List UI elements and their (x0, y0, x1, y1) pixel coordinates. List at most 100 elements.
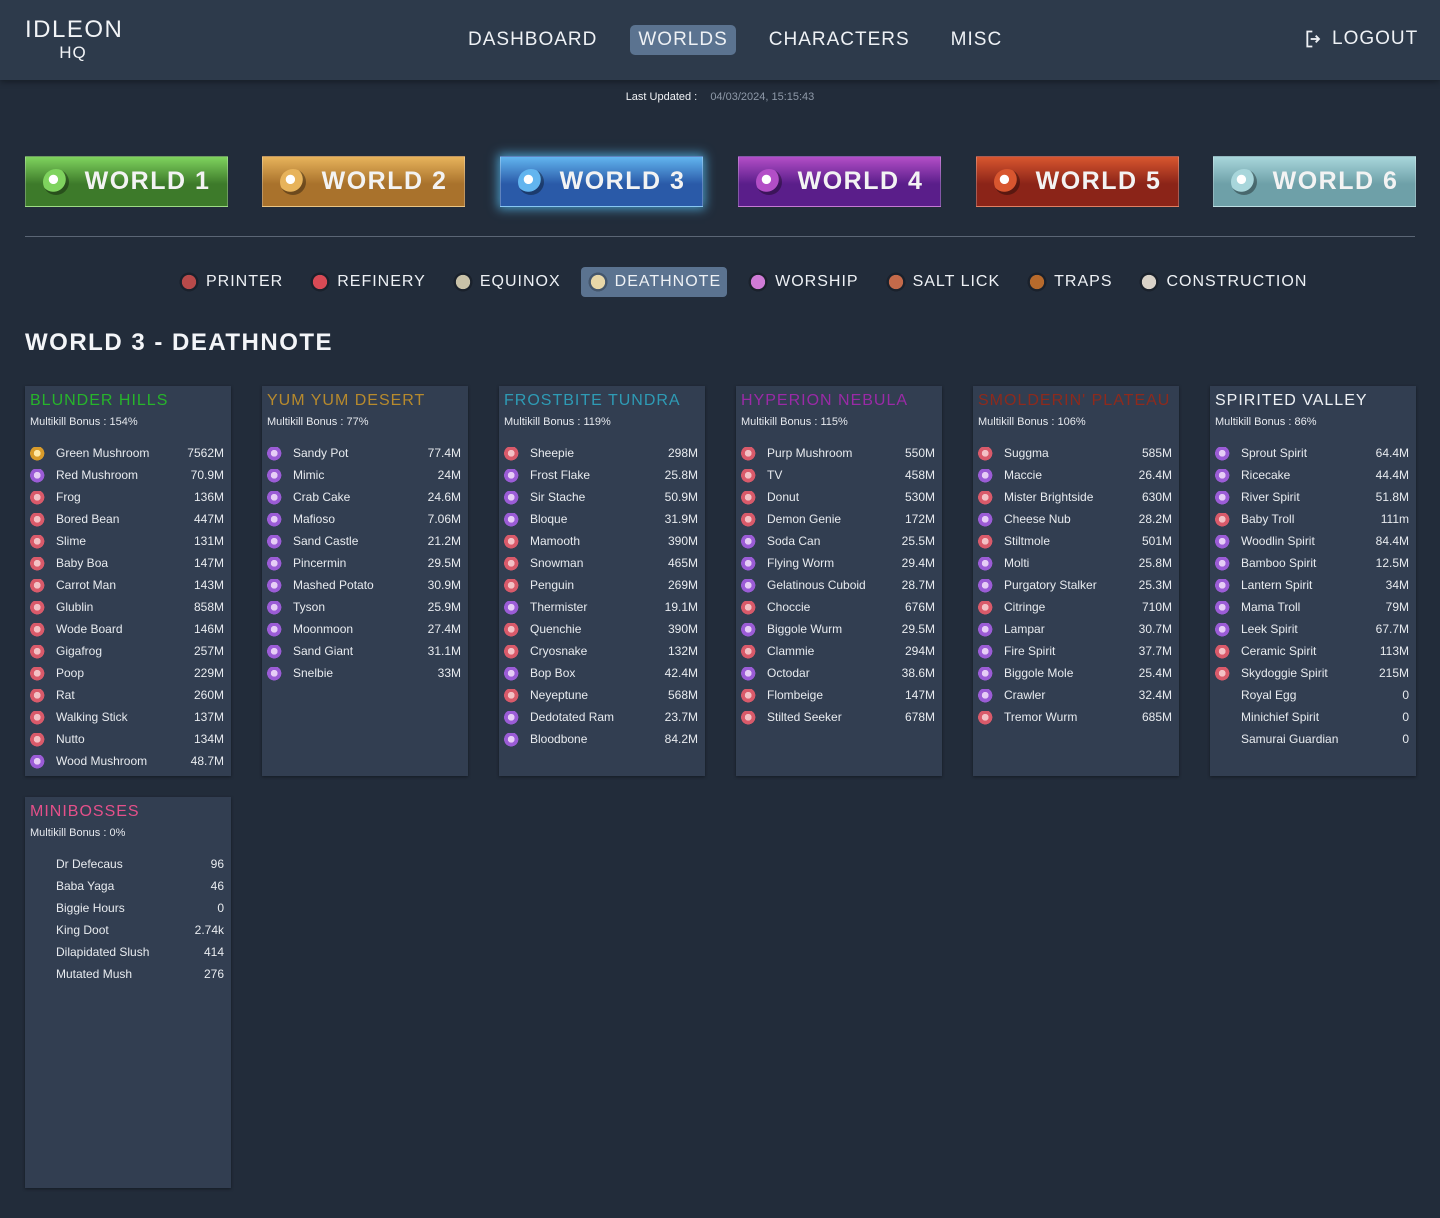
monster-row: Sheepie 298M (504, 443, 698, 465)
world-3-button[interactable]: WORLD 3 (500, 156, 703, 207)
kill-count: 23.7M (664, 710, 698, 724)
monster-row: Gigafrog 257M (30, 641, 224, 663)
kill-count: 25.3M (1138, 578, 1172, 592)
kill-count: 27.4M (427, 622, 461, 636)
worship-icon (747, 271, 770, 293)
monster-name: Baby Troll (1241, 512, 1295, 526)
monster-row: Bloque 31.9M (504, 509, 698, 531)
world-4-label: WORLD 4 (797, 167, 924, 195)
kill-count: 96 (210, 857, 224, 871)
tab-printer[interactable]: PRINTER (172, 267, 289, 297)
monster-row: Ceramic Spirit 113M (1215, 641, 1409, 663)
kill-count: 28.7M (901, 578, 935, 592)
skull-icon (30, 557, 46, 571)
monster-row: Thermister 19.1M (504, 597, 698, 619)
monster-row: Choccie 676M (741, 597, 935, 619)
monster-name: Woodlin Spirit (1241, 534, 1315, 548)
monster-name: Donut (767, 490, 800, 504)
monster-row: Demon Genie 172M (741, 509, 935, 531)
kill-count: 676M (904, 600, 935, 614)
monster-row: Dilapidated Slush 414 (30, 942, 224, 964)
monster-name: Dr Defecaus (56, 857, 123, 871)
monster-name: Nutto (56, 732, 85, 746)
kill-count: 24.6M (427, 490, 461, 504)
monster-name: Samurai Guardian (1241, 732, 1339, 746)
skull-icon (267, 557, 283, 571)
tab-salt-lick[interactable]: SALT LICK (879, 267, 1007, 297)
monster-name: Thermister (530, 600, 588, 614)
kill-count: 0 (217, 901, 224, 915)
tab-worship[interactable]: WORSHIP (741, 267, 864, 297)
top-bar: IDLEON HQ DASHBOARD WORLDS CHARACTERS MISC … (0, 0, 1440, 80)
monster-row: Leek Spirit 67.7M (1215, 619, 1409, 641)
monster-name: Sheepie (530, 446, 575, 460)
card-minibosses: MINIBOSSES Multikill Bonus : 0% Dr Defecau… (25, 797, 231, 1188)
last-updated-label: Last Updated : (625, 91, 698, 103)
monster-row: Biggie Hours 0 (30, 898, 224, 920)
monster-name: Soda Can (767, 534, 821, 548)
kill-count: 568M (667, 688, 698, 702)
world-5-button[interactable]: WORLD 5 (976, 156, 1179, 207)
tab-traps[interactable]: TRAPS (1020, 267, 1118, 297)
monster-row: Sandy Pot 77.4M (267, 443, 461, 465)
skull-icon (978, 645, 994, 659)
logo[interactable]: IDLEON HQ (25, 16, 124, 62)
kill-count: 550M (904, 446, 935, 460)
kill-count: 26.4M (1138, 468, 1172, 482)
monster-row: Nutto 134M (30, 729, 224, 751)
skull-icon (504, 469, 520, 483)
monster-row: Slime 131M (30, 531, 224, 553)
multikill-bonus: Multikill Bonus : 154% (30, 416, 138, 428)
tab-label: DEATHNOTE (614, 273, 722, 290)
monster-row: Cheese Nub 28.2M (978, 509, 1172, 531)
monster-row: Bamboo Spirit 12.5M (1215, 553, 1409, 575)
monster-name: Baby Boa (56, 556, 109, 570)
world-6-button[interactable]: WORLD 6 (1213, 156, 1416, 207)
monster-name: Rat (56, 688, 75, 702)
kill-count: 147M (193, 556, 224, 570)
kill-count: 30.7M (1138, 622, 1172, 636)
kill-count: 146M (193, 622, 224, 636)
tab-construction[interactable]: CONSTRUCTION (1132, 267, 1313, 297)
nav-misc[interactable]: MISC (943, 25, 1011, 55)
monster-row: Woodlin Spirit 84.4M (1215, 531, 1409, 553)
monster-row: Mutated Mush 276 (30, 964, 224, 986)
monster-row: Ricecake 44.4M (1215, 465, 1409, 487)
monster-name: King Doot (56, 923, 109, 937)
world-1-button[interactable]: WORLD 1 (25, 156, 228, 207)
kill-count: 276 (203, 967, 224, 981)
nav-characters[interactable]: CHARACTERS (761, 25, 918, 55)
monster-row: Bloodbone 84.2M (504, 729, 698, 751)
world-2-button[interactable]: WORLD 2 (262, 156, 465, 207)
tab-equinox[interactable]: EQUINOX (446, 267, 567, 297)
deathnote-icon (586, 271, 609, 293)
skull-icon (30, 689, 46, 703)
kill-count: 42.4M (664, 666, 698, 680)
world-selector: WORLD 1 WORLD 2 WORLD 3 WORLD 4 WORLD 5 WORLD… (25, 156, 1416, 207)
world-4-button[interactable]: WORLD 4 (738, 156, 941, 207)
kill-count: 24M (437, 468, 461, 482)
monster-row: Skydoggie Spirit 215M (1215, 663, 1409, 685)
nav-dashboard[interactable]: DASHBOARD (460, 25, 605, 55)
monster-name: Baba Yaga (56, 879, 115, 893)
monster-row: Octodar 38.6M (741, 663, 935, 685)
monster-name: Tremor Wurm (1004, 710, 1078, 724)
monster-name: Minichief Spirit (1241, 710, 1320, 724)
world-5-icon (993, 168, 1020, 195)
monster-row: Poop 229M (30, 663, 224, 685)
monster-row: Quenchie 390M (504, 619, 698, 641)
monster-row: Stiltmole 501M (978, 531, 1172, 553)
logo-title: IDLEON (25, 16, 124, 43)
skull-icon (978, 601, 994, 615)
kill-count: 7562M (187, 446, 224, 460)
skull-icon (504, 579, 520, 593)
tab-refinery[interactable]: REFINERY (303, 267, 432, 297)
nav-worlds[interactable]: WORLDS (630, 25, 736, 55)
kill-count: 215M (1378, 666, 1409, 680)
world-4-icon (755, 168, 782, 195)
logout-button[interactable]: LOGOUT (1304, 28, 1418, 50)
monster-list: Suggma 585M Maccie 26.4M Mister Brightside 63… (978, 443, 1172, 729)
world-2-label: WORLD 2 (321, 167, 448, 195)
tab-deathnote[interactable]: DEATHNOTE (580, 267, 728, 297)
kill-count: 37.7M (1138, 644, 1172, 658)
